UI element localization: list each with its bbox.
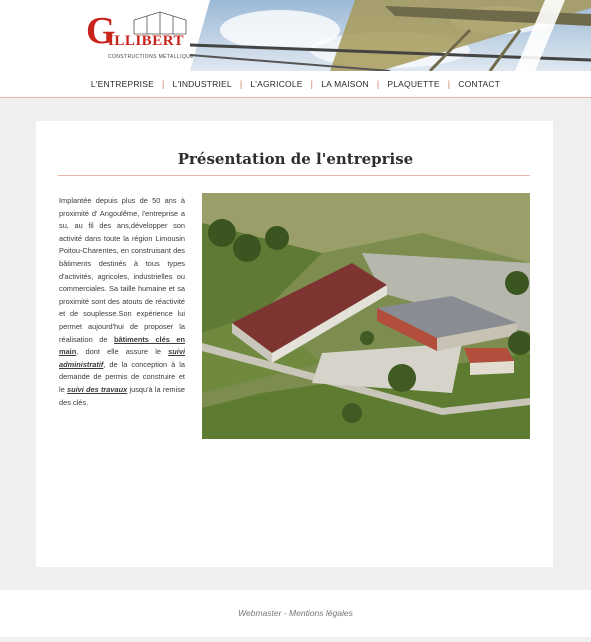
- company-logo[interactable]: G ILLIBERT CONSTRUCTIONS MÉTALLIQUES: [84, 10, 197, 66]
- webmaster-link[interactable]: Webmaster: [238, 608, 281, 618]
- works-followup-link[interactable]: suivi des travaux: [67, 385, 127, 394]
- nav-item-entreprise[interactable]: L'ENTREPRISE: [83, 79, 162, 89]
- nav-item-contact[interactable]: CONTACT: [450, 79, 508, 89]
- aerial-photo: [202, 193, 530, 439]
- nav-item-industriel[interactable]: L'INDUSTRIEL: [165, 79, 240, 89]
- header-photo: [190, 0, 591, 71]
- company-description: Implantée depuis plus de 50 ans à proxim…: [59, 195, 185, 409]
- logo-name: ILLIBERT: [108, 33, 185, 49]
- title-divider: [58, 175, 530, 176]
- footer-separator: -: [281, 608, 290, 618]
- description-text: Implantée depuis plus de 50 ans à proxim…: [59, 196, 185, 344]
- page-title: Présentation de l'entreprise: [177, 150, 414, 168]
- site-footer: Webmaster - Mentions légales: [0, 590, 591, 637]
- nav-item-maison[interactable]: LA MAISON: [313, 79, 377, 89]
- logo-tagline: CONSTRUCTIONS MÉTALLIQUES: [108, 54, 198, 60]
- site-header: G ILLIBERT CONSTRUCTIONS MÉTALLIQUES L'E…: [0, 0, 591, 98]
- footer-links: Webmaster - Mentions légales: [0, 608, 591, 618]
- legal-notice-link[interactable]: Mentions légales: [289, 608, 353, 618]
- nav-item-plaquette[interactable]: PLAQUETTE: [379, 79, 447, 89]
- description-text: , dont elle assure le: [76, 347, 169, 357]
- main-nav: L'ENTREPRISE | L'INDUSTRIEL | L'AGRICOLE…: [0, 79, 591, 97]
- header-banner: G ILLIBERT CONSTRUCTIONS MÉTALLIQUES: [0, 0, 591, 71]
- nav-item-agricole[interactable]: L'AGRICOLE: [242, 79, 310, 89]
